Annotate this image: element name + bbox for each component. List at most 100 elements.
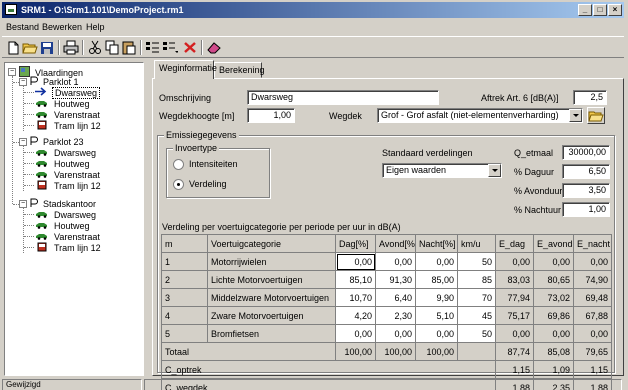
collapse-toggle[interactable]: − <box>8 68 16 76</box>
table-cell: 1,15 <box>573 360 612 379</box>
daguur-input[interactable]: 6,50 <box>562 164 610 179</box>
table-cell[interactable]: 4,20 <box>335 306 376 325</box>
table-cell: 4 <box>161 306 208 325</box>
wegdek-label: Wegdek <box>329 111 362 121</box>
paste-icon[interactable] <box>121 40 137 55</box>
table-cell[interactable]: 10,70 <box>335 288 376 307</box>
new-icon[interactable] <box>5 40 21 55</box>
table-row[interactable]: 4 Zware Motorvoertuigen 4,20 2,30 5,10 4… <box>161 306 612 325</box>
collapse-toggle[interactable]: − <box>19 200 27 208</box>
table-row[interactable]: 2 Lichte Motorvoertuigen 85,10 91,30 85,… <box>161 270 612 289</box>
table-cell: 74,90 <box>573 270 612 289</box>
tree-item-tram-lijn-12[interactable]: Tram lijn 12 <box>35 120 103 131</box>
table-cell[interactable]: 0,00 <box>415 252 458 271</box>
radio-verdeling[interactable] <box>173 179 184 190</box>
open-wegdek-button[interactable] <box>587 107 605 124</box>
table-cell[interactable]: 85 <box>457 270 496 289</box>
maximize-button[interactable]: □ <box>593 4 607 16</box>
table-cell[interactable]: 45 <box>457 306 496 325</box>
tree-item-dwarsweg[interactable]: Dwarsweg <box>35 86 101 99</box>
table-cell[interactable]: 0,00 <box>375 324 416 343</box>
aftrek-label: Aftrek Art. 6 [dB(A)] <box>481 93 559 103</box>
table-caption: Verdeling per voertuigcategorie per peri… <box>162 222 401 232</box>
tree-group-parklot-23[interactable]: Parklot 23 <box>30 136 86 147</box>
app-icon <box>5 4 17 15</box>
open-icon[interactable] <box>22 40 38 55</box>
save-icon[interactable] <box>39 40 55 55</box>
avonduur-input[interactable]: 3,50 <box>562 183 610 198</box>
minimize-button[interactable]: _ <box>578 4 592 16</box>
verdeling-table[interactable]: m Voertuigcategorie Dag[%] Avond[%] Nach… <box>161 234 612 390</box>
tree-group-stadskantoor[interactable]: Stadskantoor <box>30 198 98 209</box>
project-tree[interactable]: − Vlaardingen − Parklot 1 Dwarsweg Houtw… <box>4 62 144 376</box>
table-cell[interactable]: 0,00 <box>335 252 376 271</box>
radio-intensiteiten[interactable] <box>173 159 184 170</box>
table-cell[interactable]: 6,40 <box>375 288 416 307</box>
aftrek-input[interactable]: 2,5 <box>573 90 607 105</box>
tab-weginformatie[interactable]: Weginformatie <box>154 60 217 79</box>
table-cell[interactable]: 9,90 <box>415 288 458 307</box>
table-cell: 85,08 <box>533 342 574 361</box>
menu-bewerken[interactable]: Bewerken <box>42 22 82 32</box>
nachtuur-input[interactable]: 1,00 <box>562 202 610 217</box>
add-items-icon[interactable] <box>162 40 178 55</box>
window-title: SRM1 - O:\Srm1.101\DemoProject.rm1 <box>21 5 184 15</box>
tree-item-varenstraat[interactable]: Varenstraat <box>35 109 102 120</box>
close-button[interactable]: × <box>608 4 622 16</box>
wegdekhoogte-input[interactable]: 1,00 <box>247 108 295 123</box>
table-cell: 67,88 <box>573 306 612 325</box>
tree-item-houtweg[interactable]: Houtweg <box>35 98 92 109</box>
cut-icon[interactable] <box>87 40 103 55</box>
tree-item-varenstraat[interactable]: Varenstraat <box>35 169 102 180</box>
omschrijving-input[interactable]: Dwarsweg <box>247 90 439 105</box>
delete-icon[interactable] <box>182 40 198 55</box>
invoertype-group: Invoertype Intensiteiten Verdeling <box>166 143 270 198</box>
chevron-down-icon[interactable] <box>569 109 582 122</box>
tram-icon <box>35 242 49 255</box>
table-cell[interactable]: 0,00 <box>335 324 376 343</box>
tree-item-tram-lijn-12[interactable]: Tram lijn 12 <box>35 180 103 191</box>
tree-item-houtweg[interactable]: Houtweg <box>35 158 92 169</box>
menu-bestand[interactable]: Bestand <box>6 22 39 32</box>
table-cell[interactable]: 0,00 <box>375 252 416 271</box>
tram-icon <box>35 120 49 133</box>
chevron-down-icon[interactable] <box>488 164 501 177</box>
print-icon[interactable] <box>63 40 79 55</box>
table-cell[interactable]: 0,00 <box>415 324 458 343</box>
table-cell[interactable]: 5,10 <box>415 306 458 325</box>
tree-item-houtweg[interactable]: Houtweg <box>35 220 92 231</box>
totaal-row: Totaal 100,00 100,00 100,00 87,74 85,08 … <box>161 342 612 361</box>
table-row[interactable]: 5 Bromfietsen 0,00 0,00 0,00 50 0,00 0,0… <box>161 324 612 343</box>
q-etmaal-input[interactable]: 30000,00 <box>562 145 610 160</box>
eraser-icon[interactable] <box>206 40 222 55</box>
add-road-icon[interactable] <box>145 40 161 55</box>
c-optrek-row: C_optrek 1,15 1,09 1,15 <box>161 360 612 379</box>
table-cell[interactable]: 50 <box>457 324 496 343</box>
table-cell[interactable]: 50 <box>457 252 496 271</box>
collapse-toggle[interactable]: − <box>19 78 27 86</box>
table-cell[interactable]: 85,00 <box>415 270 458 289</box>
tree-item-varenstraat[interactable]: Varenstraat <box>35 231 102 242</box>
table-row[interactable]: 1 Motorrijwielen 0,00 0,00 0,00 50 0,00 … <box>161 252 612 271</box>
standaard-select[interactable]: Eigen waarden <box>382 163 502 178</box>
table-cell: Motorrijwielen <box>207 252 336 271</box>
table-cell[interactable]: 91,30 <box>375 270 416 289</box>
menu-help[interactable]: Help <box>86 22 105 32</box>
wegdek-select[interactable]: Grof - Grof asfalt (niet-elementenverhar… <box>377 108 583 123</box>
collapse-toggle[interactable]: − <box>19 138 27 146</box>
column-header: Voertuigcategorie <box>207 234 336 253</box>
table-cell[interactable]: 85,10 <box>335 270 376 289</box>
tree-item-dwarsweg[interactable]: Dwarsweg <box>35 209 98 220</box>
table-cell: 1,09 <box>533 360 574 379</box>
tree-item-dwarsweg[interactable]: Dwarsweg <box>35 147 98 158</box>
table-cell: C_optrek <box>161 360 496 379</box>
title-bar[interactable]: SRM1 - O:\Srm1.101\DemoProject.rm1 _ □ × <box>2 2 624 18</box>
table-cell[interactable]: 70 <box>457 288 496 307</box>
table-row[interactable]: 3 Middelzware Motorvoertuigen 10,70 6,40… <box>161 288 612 307</box>
table-cell[interactable]: 2,30 <box>375 306 416 325</box>
tree-group-parklot-1[interactable]: Parklot 1 <box>30 76 81 87</box>
copy-icon[interactable] <box>104 40 120 55</box>
tree-item-tram-lijn-12[interactable]: Tram lijn 12 <box>35 242 103 253</box>
tab-berekening[interactable]: Berekening <box>214 62 265 78</box>
status-bar: Gewijzigd <box>2 378 624 390</box>
